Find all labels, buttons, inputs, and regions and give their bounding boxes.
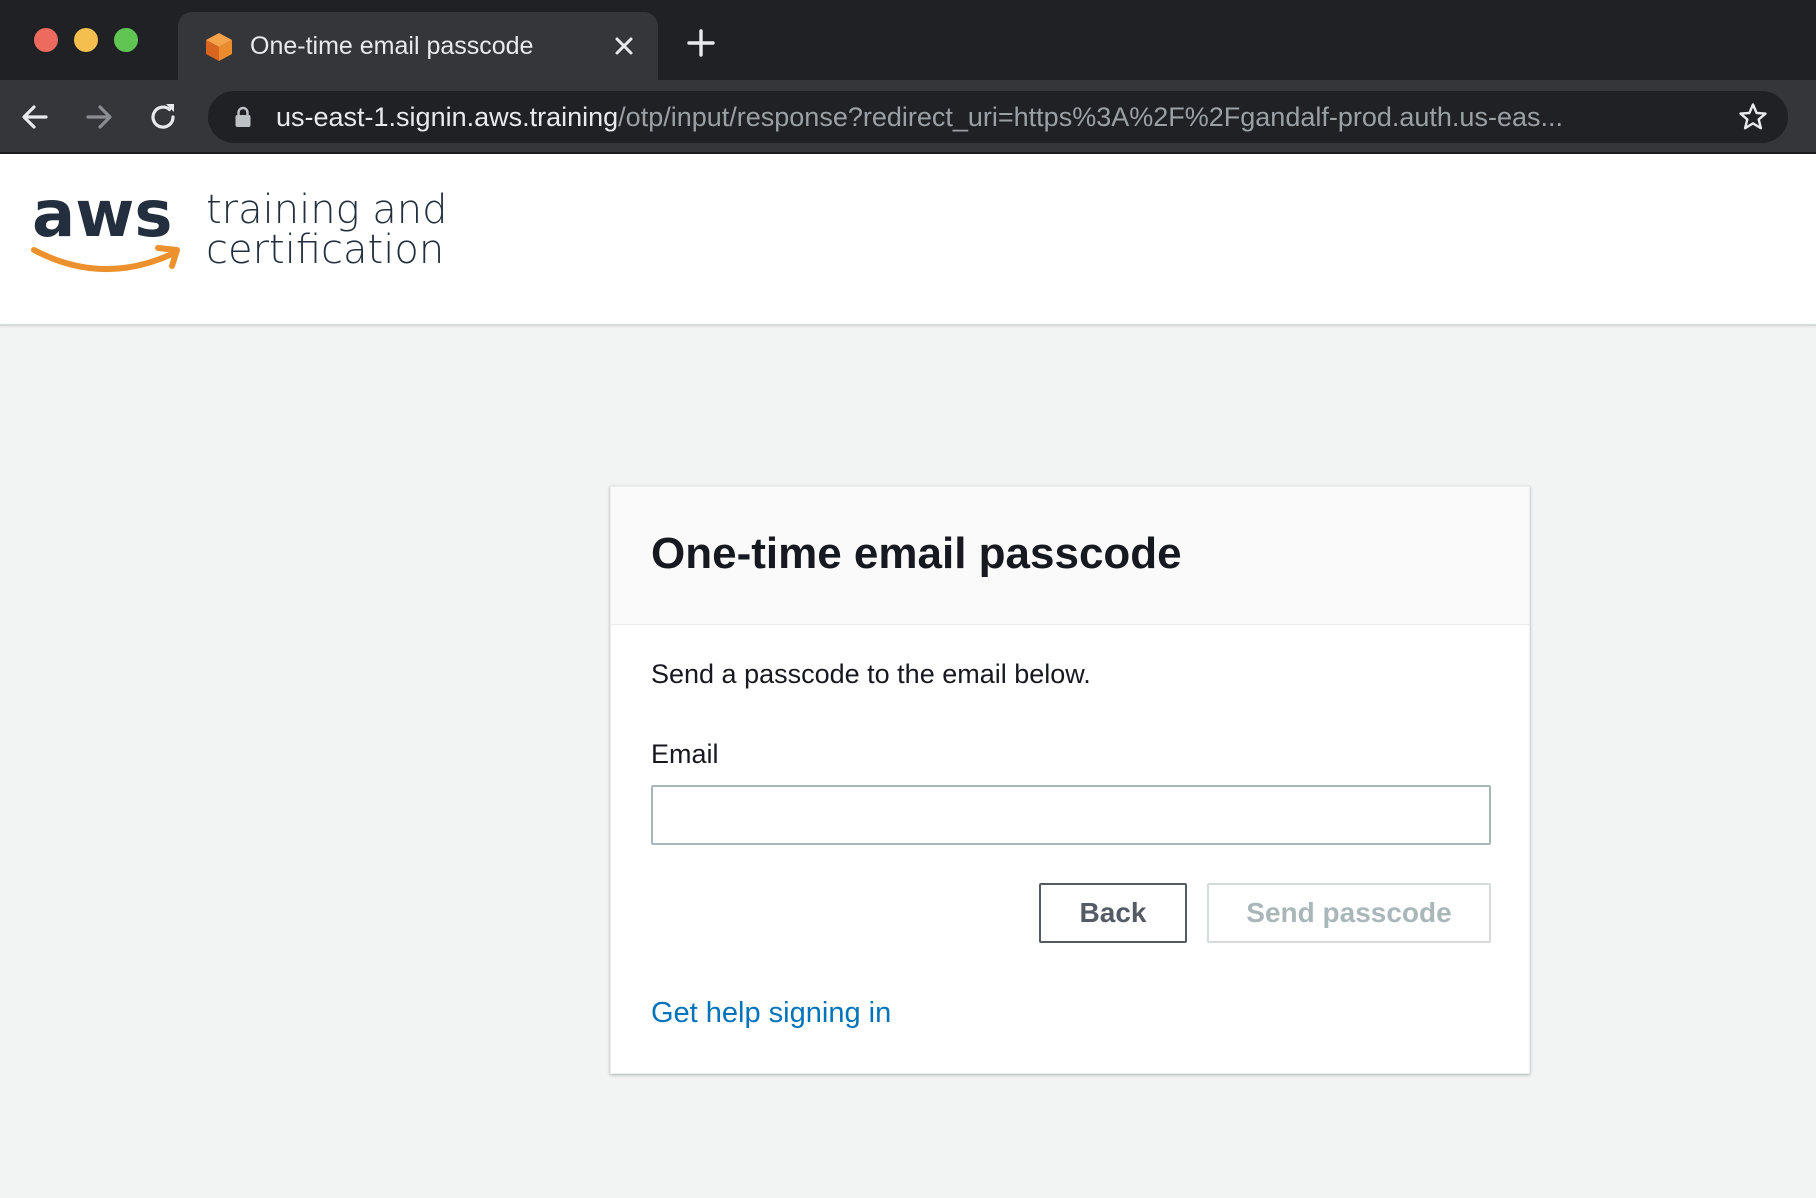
help-signing-in-link[interactable]: Get help signing in — [651, 997, 891, 1030]
passcode-card: One-time email passcode Send a passcode … — [610, 486, 1530, 1074]
email-field[interactable] — [651, 785, 1491, 845]
aws-logo[interactable]: aws — [30, 184, 190, 284]
url-text: us-east-1.signin.aws.training/otp/input/… — [276, 102, 1696, 133]
address-bar[interactable]: us-east-1.signin.aws.training/otp/input/… — [208, 91, 1788, 143]
send-passcode-button[interactable]: Send passcode — [1207, 883, 1491, 943]
forward-arrow-icon[interactable] — [82, 100, 116, 134]
reload-icon[interactable] — [146, 100, 180, 134]
close-window-button[interactable] — [34, 28, 58, 52]
back-arrow-icon[interactable] — [18, 100, 52, 134]
browser-tab-bar: One-time email passcode — [0, 0, 1816, 80]
logo-subtitle: training and certification — [206, 190, 448, 270]
minimize-window-button[interactable] — [74, 28, 98, 52]
back-button[interactable]: Back — [1039, 883, 1187, 943]
page-title: One-time email passcode — [651, 529, 1182, 578]
card-body: Send a passcode to the email below. Emai… — [611, 625, 1529, 1075]
logo-word: aws — [32, 184, 172, 252]
close-tab-icon[interactable] — [608, 30, 640, 62]
browser-tab[interactable]: One-time email passcode — [178, 12, 658, 80]
logo-subtitle-line1: training and — [206, 187, 448, 233]
url-host: us-east-1.signin.aws.training — [276, 102, 619, 132]
browser-toolbar: us-east-1.signin.aws.training/otp/input/… — [0, 80, 1816, 154]
email-label: Email — [651, 739, 719, 769]
intro-text: Send a passcode to the email below. — [651, 659, 1091, 689]
url-path: /otp/input/response?redirect_uri=https%3… — [618, 102, 1563, 132]
card-header: One-time email passcode — [611, 487, 1529, 625]
aws-cube-icon — [206, 33, 232, 61]
bookmark-star-icon[interactable] — [1738, 102, 1768, 132]
lock-icon — [235, 106, 251, 127]
tab-title: One-time email passcode — [250, 32, 534, 60]
logo-subtitle-line2: certification — [206, 227, 445, 273]
new-tab-icon[interactable] — [686, 28, 716, 58]
site-header: aws training and certification — [0, 154, 1816, 326]
maximize-window-button[interactable] — [114, 28, 138, 52]
